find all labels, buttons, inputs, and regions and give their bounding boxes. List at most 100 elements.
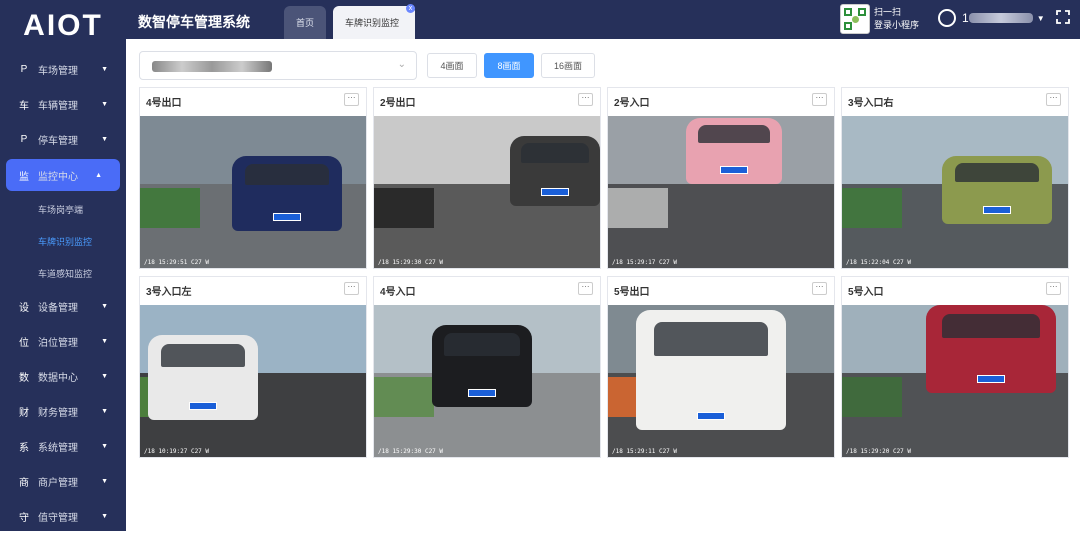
sidebar-item-3[interactable]: P 停车管理 ▼	[0, 122, 126, 157]
more-options-icon[interactable]: ···	[812, 93, 827, 106]
sidebar: AIOT P 车场管理 ▼ 车车辆管理 ▼ P 停车管理 ▼ 监监控中心 ▲ 车场岗亭端 车牌识别监控…	[0, 0, 126, 531]
camera-timestamp: /18 15:29:20 C27 W	[846, 448, 912, 455]
sidebar-item-6[interactable]: 位泊位管理 ▼	[0, 324, 126, 359]
sidebar-item-label: 系统管理	[38, 443, 78, 454]
chevron-down-icon: ▼	[1036, 13, 1045, 23]
sidebar-item-label: 监控中心	[38, 171, 78, 183]
license-plate	[468, 389, 496, 397]
tab-plate-monitor[interactable]: 车牌识别监控	[333, 6, 415, 39]
camera-timestamp: /18 15:22:04 C27 W	[846, 259, 912, 266]
more-options-icon[interactable]: ···	[1046, 282, 1061, 295]
qr-login-text[interactable]: 扫一扫 登录小程序	[874, 6, 919, 32]
camera-title: 3号入口左	[146, 287, 192, 298]
sidebar-item-label: 停车管理	[38, 136, 78, 147]
user-menu[interactable]: 1 ▼	[938, 9, 1045, 27]
parking-lot-select[interactable]: ⌄	[139, 51, 417, 80]
camera-title: 4号出口	[146, 98, 182, 109]
chevron-down-icon: ▼	[101, 338, 108, 345]
more-options-icon[interactable]: ···	[1046, 93, 1061, 106]
vehicle	[432, 325, 532, 407]
camera-feed[interactable]: /18 15:29:20 C27 W	[842, 305, 1068, 457]
fullscreen-icon[interactable]	[1056, 10, 1070, 24]
menu-icon: 财	[19, 408, 29, 419]
camera-feed[interactable]: /18 15:29:30 C27 W	[374, 305, 600, 457]
camera-feed[interactable]: /18 15:29:30 C27 W	[374, 116, 600, 268]
camera-feed[interactable]: /18 15:29:11 C27 W	[608, 305, 834, 457]
tab-close-icon[interactable]: x	[406, 4, 415, 13]
sidebar-item-label: 财务管理	[38, 408, 78, 419]
submenu-item-3[interactable]: 车道感知监控	[0, 257, 126, 289]
chevron-down-icon: ▼	[101, 136, 108, 143]
user-avatar-icon	[938, 9, 956, 27]
vehicle	[942, 156, 1052, 224]
menu-icon: 商	[19, 478, 29, 489]
submenu-item-2[interactable]: 车牌识别监控	[0, 225, 126, 257]
sidebar-menu: P 车场管理 ▼ 车车辆管理 ▼ P 停车管理 ▼ 监监控中心 ▲ 车场岗亭端 车牌识别监控 车道感知监…	[0, 52, 126, 534]
parking-lot-name-blurred	[152, 61, 272, 72]
sidebar-item-label: 车辆管理	[38, 101, 78, 112]
menu-icon: 守	[19, 513, 29, 524]
more-options-icon[interactable]: ···	[344, 93, 359, 106]
user-name: 1	[962, 11, 969, 25]
camera-title: 5号出口	[614, 287, 650, 298]
sidebar-item-label: 商户管理	[38, 478, 78, 489]
camera-timestamp: /18 15:29:51 C27 W	[144, 259, 210, 266]
camera-title: 4号入口	[380, 287, 416, 298]
camera-feed[interactable]: /18 15:29:17 C27 W	[608, 116, 834, 268]
license-plate	[720, 166, 748, 174]
camera-card: 5号入口 ··· /18 15:29:20 C27 W	[841, 276, 1069, 458]
sidebar-item-10[interactable]: 商商户管理 ▼	[0, 464, 126, 499]
camera-card: 3号入口左 ··· /18 10:19:27 C27 W	[139, 276, 367, 458]
sidebar-item-4[interactable]: 监监控中心 ▲	[6, 159, 120, 191]
sidebar-item-5[interactable]: 设设备管理 ▼	[0, 289, 126, 324]
sidebar-item-11[interactable]: 守值守管理 ▼	[0, 499, 126, 534]
menu-icon: P	[20, 134, 28, 145]
sidebar-item-2[interactable]: 车车辆管理 ▼	[0, 87, 126, 122]
chevron-down-icon: ▼	[101, 303, 108, 310]
camera-feed[interactable]: /18 10:19:27 C27 W	[140, 305, 366, 457]
more-options-icon[interactable]: ···	[344, 282, 359, 295]
sidebar-item-9[interactable]: 系系统管理 ▼	[0, 429, 126, 464]
menu-icon: 监	[19, 171, 29, 183]
sidebar-item-1[interactable]: P 车场管理 ▼	[0, 52, 126, 87]
vehicle	[926, 305, 1056, 393]
view-8-button[interactable]: 8画面	[484, 53, 534, 78]
license-plate	[983, 206, 1011, 214]
more-options-icon[interactable]: ···	[578, 282, 593, 295]
camera-card: 2号入口 ··· /18 15:29:17 C27 W	[607, 87, 835, 269]
camera-feed[interactable]: /18 15:22:04 C27 W	[842, 116, 1068, 268]
menu-icon: 车	[19, 101, 29, 112]
more-options-icon[interactable]: ···	[578, 93, 593, 106]
chevron-down-icon: ▼	[101, 373, 108, 380]
chevron-down-icon: ⌄	[397, 59, 406, 70]
camera-feed[interactable]: /18 15:29:51 C27 W	[140, 116, 366, 268]
sidebar-item-8[interactable]: 财财务管理 ▼	[0, 394, 126, 429]
chevron-down-icon: ▼	[101, 513, 108, 520]
license-plate	[273, 213, 301, 221]
sidebar-item-label: 值守管理	[38, 513, 78, 524]
menu-icon: 系	[19, 443, 29, 454]
chevron-down-icon: ▼	[101, 408, 108, 415]
qr-code-icon[interactable]	[840, 4, 870, 34]
view-4-button[interactable]: 4画面	[427, 53, 477, 78]
tab-home-label: 首页	[296, 18, 315, 28]
license-plate	[189, 402, 217, 410]
user-name-blurred	[968, 13, 1033, 23]
menu-icon: 设	[19, 303, 29, 314]
chevron-up-icon: ▲	[95, 171, 102, 179]
sidebar-item-label: 车场管理	[38, 66, 78, 77]
sidebar-item-7[interactable]: 数数据中心 ▼	[0, 359, 126, 394]
camera-card: 5号出口 ··· /18 15:29:11 C27 W	[607, 276, 835, 458]
camera-title: 2号出口	[380, 98, 416, 109]
camera-timestamp: /18 15:29:11 C27 W	[612, 448, 678, 455]
camera-timestamp: /18 15:29:17 C27 W	[612, 259, 678, 266]
view-16-button[interactable]: 16画面	[541, 53, 595, 78]
more-options-icon[interactable]: ···	[812, 282, 827, 295]
vehicle	[510, 136, 600, 206]
app-title: 数智停车管理系统	[138, 14, 250, 30]
submenu-item-1[interactable]: 车场岗亭端	[0, 193, 126, 225]
camera-title: 5号入口	[848, 287, 884, 298]
vehicle	[636, 310, 786, 430]
menu-icon: P	[20, 64, 28, 75]
tab-home[interactable]: 首页	[284, 6, 326, 39]
